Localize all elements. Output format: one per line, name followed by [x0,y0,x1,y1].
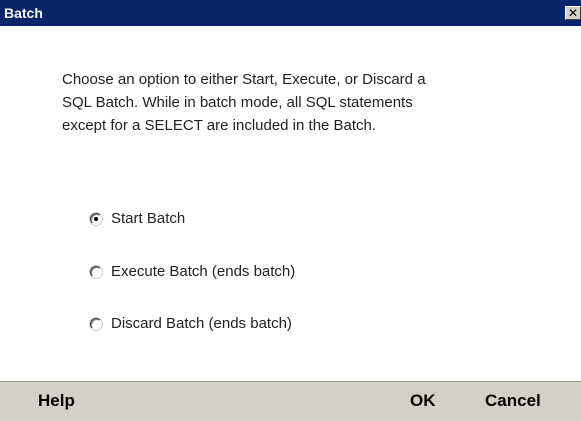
description-line: Choose an option to either Start, Execut… [62,71,426,88]
radio-selected-dot [94,217,98,221]
radio-discard-batch[interactable] [90,318,102,330]
description-text: Choose an option to either Start, Execut… [62,68,562,137]
ok-button[interactable]: OK [410,390,436,412]
cancel-button[interactable]: Cancel [485,390,541,412]
window-title: Batch [4,5,43,21]
option-label: Discard Batch (ends batch) [111,315,292,332]
close-icon: ✕ [567,6,579,20]
batch-dialog: Batch ✕ Choose an option to either Start… [0,0,581,421]
dialog-body: Choose an option to either Start, Execut… [0,26,581,381]
option-label: Start Batch [111,210,186,227]
option-execute-batch[interactable]: Execute Batch (ends batch) [90,262,295,282]
radio-execute-batch[interactable] [90,266,102,278]
title-bar[interactable]: Batch ✕ [0,0,581,26]
help-button[interactable]: Help [38,390,75,412]
button-bar: Help OK Cancel [0,381,581,421]
option-label: Execute Batch (ends batch) [111,263,296,280]
description-line: except for a SELECT are included in the … [62,117,377,134]
radio-start-batch[interactable] [90,213,102,225]
option-discard-batch[interactable]: Discard Batch (ends batch) [90,314,292,334]
close-button[interactable]: ✕ [565,6,581,20]
description-line: SQL Batch. While in batch mode, all SQL … [62,94,413,111]
option-start-batch[interactable]: Start Batch [90,209,185,229]
